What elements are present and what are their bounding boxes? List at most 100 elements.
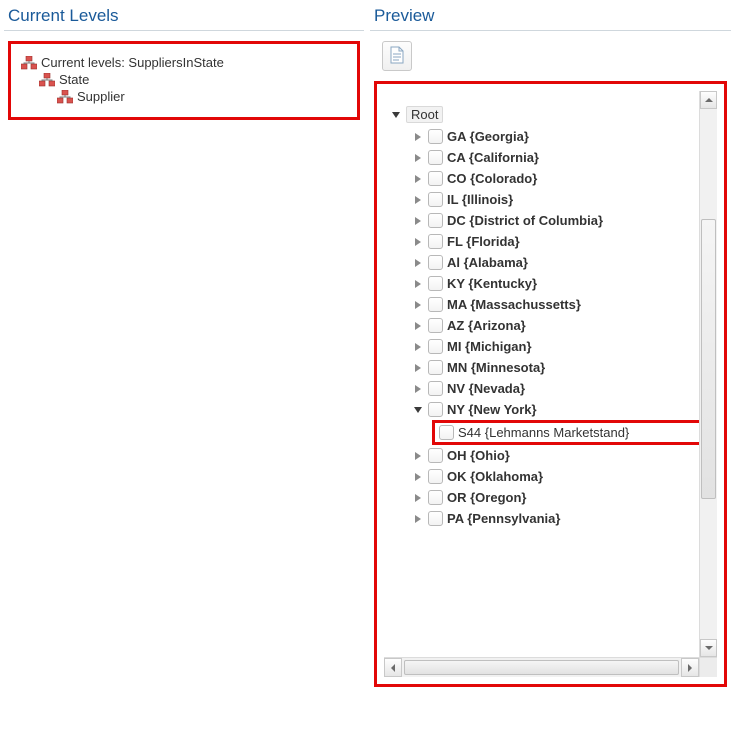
tree-node-label: OR {Oregon} — [447, 490, 526, 505]
checkbox[interactable] — [428, 339, 443, 354]
levels-child-label: Supplier — [77, 89, 125, 104]
tree-node[interactable]: OK {Oklahoma} — [412, 466, 711, 487]
tree-node-label: MA {Massachussetts} — [447, 297, 581, 312]
levels-child[interactable]: Supplier — [21, 88, 347, 105]
expand-arrow-icon[interactable] — [412, 362, 424, 374]
checkbox[interactable] — [428, 171, 443, 186]
expand-arrow-icon[interactable] — [412, 152, 424, 164]
tree-node-label: GA {Georgia} — [447, 129, 529, 144]
current-levels-panel: Current levels: SuppliersInState State S… — [8, 41, 360, 120]
tree-node[interactable]: NV {Nevada} — [412, 378, 711, 399]
preview-header: Preview — [370, 4, 731, 31]
tree-node-label: NV {Nevada} — [447, 381, 525, 396]
tree-node-label: IL {Illinois} — [447, 192, 513, 207]
vertical-scrollbar[interactable] — [699, 91, 717, 657]
checkbox[interactable] — [428, 402, 443, 417]
horizontal-scrollbar[interactable] — [384, 657, 717, 677]
tree-node-label: MI {Michigan} — [447, 339, 532, 354]
tree-node-label: CO {Colorado} — [447, 171, 537, 186]
expand-arrow-icon[interactable] — [412, 492, 424, 504]
tree-node-label: S44 {Lehmanns Marketstand} — [458, 425, 629, 440]
expand-arrow-icon[interactable] — [412, 471, 424, 483]
expand-arrow-icon[interactable] — [412, 320, 424, 332]
tree-scroll-area[interactable]: Root GA {Georgia} CA {California} CO {Color… — [383, 90, 718, 678]
tree-node-label: PA {Pennsylvania} — [447, 511, 560, 526]
tree-child-node[interactable]: S44 {Lehmanns Marketstand} — [432, 420, 711, 445]
tree-node[interactable]: GA {Georgia} — [412, 126, 711, 147]
tree-node-label: OH {Ohio} — [447, 448, 510, 463]
expand-arrow-icon[interactable] — [412, 513, 424, 525]
checkbox[interactable] — [428, 469, 443, 484]
checkbox[interactable] — [428, 150, 443, 165]
expand-arrow-icon[interactable] — [412, 131, 424, 143]
tree-node-label: FL {Florida} — [447, 234, 520, 249]
checkbox[interactable] — [428, 192, 443, 207]
tree-node-label: CA {California} — [447, 150, 539, 165]
checkbox[interactable] — [428, 213, 443, 228]
checkbox[interactable] — [428, 511, 443, 526]
tree-node[interactable]: MI {Michigan} — [412, 336, 711, 357]
tree-node[interactable]: MA {Massachussetts} — [412, 294, 711, 315]
expand-arrow-icon[interactable] — [412, 215, 424, 227]
hierarchy-icon — [39, 73, 55, 87]
scroll-track[interactable] — [700, 109, 717, 639]
levels-child-label: State — [59, 72, 89, 87]
current-levels-header: Current Levels — [4, 4, 364, 31]
checkbox[interactable] — [428, 448, 443, 463]
tree-node-label: Root — [406, 106, 443, 123]
checkbox[interactable] — [428, 297, 443, 312]
tree-node-label: OK {Oklahoma} — [447, 469, 543, 484]
document-icon — [389, 46, 405, 67]
expand-arrow-icon[interactable] — [412, 257, 424, 269]
scroll-down-button[interactable] — [700, 639, 717, 657]
expand-arrow-icon[interactable] — [412, 341, 424, 353]
scroll-right-button[interactable] — [681, 658, 699, 677]
scroll-corner — [699, 658, 717, 677]
checkbox[interactable] — [428, 234, 443, 249]
tree-node[interactable]: AZ {Arizona} — [412, 315, 711, 336]
tree-node[interactable]: CA {California} — [412, 147, 711, 168]
tree-node-label: Al {Alabama} — [447, 255, 528, 270]
checkbox[interactable] — [439, 425, 454, 440]
expand-arrow-icon[interactable] — [412, 299, 424, 311]
tree-node[interactable]: CO {Colorado} — [412, 168, 711, 189]
tree-node[interactable]: PA {Pennsylvania} — [412, 508, 711, 529]
tree-node[interactable]: DC {District of Columbia} — [412, 210, 711, 231]
preview-panel: Root GA {Georgia} CA {California} CO {Color… — [374, 81, 727, 687]
tree-node-label: KY {Kentucky} — [447, 276, 537, 291]
expand-arrow-icon[interactable] — [412, 236, 424, 248]
hierarchy-icon — [21, 56, 37, 70]
tree-root[interactable]: Root — [390, 103, 711, 126]
tree-node[interactable]: OH {Ohio} — [412, 445, 711, 466]
expand-arrow-icon[interactable] — [412, 173, 424, 185]
checkbox[interactable] — [428, 490, 443, 505]
tree-node[interactable]: FL {Florida} — [412, 231, 711, 252]
collapse-arrow-icon[interactable] — [390, 109, 402, 121]
expand-arrow-icon[interactable] — [412, 450, 424, 462]
levels-child[interactable]: State — [21, 71, 347, 88]
tree-node[interactable]: OR {Oregon} — [412, 487, 711, 508]
document-button[interactable] — [382, 41, 412, 71]
tree-node-label: DC {District of Columbia} — [447, 213, 603, 228]
scroll-up-button[interactable] — [700, 91, 717, 109]
tree-node[interactable]: IL {Illinois} — [412, 189, 711, 210]
expand-arrow-icon[interactable] — [412, 383, 424, 395]
scroll-track[interactable] — [402, 658, 681, 677]
scroll-thumb[interactable] — [404, 660, 679, 675]
checkbox[interactable] — [428, 129, 443, 144]
checkbox[interactable] — [428, 255, 443, 270]
expand-arrow-icon[interactable] — [412, 194, 424, 206]
collapse-arrow-icon[interactable] — [412, 404, 424, 416]
checkbox[interactable] — [428, 318, 443, 333]
tree-node[interactable]: KY {Kentucky} — [412, 273, 711, 294]
checkbox[interactable] — [428, 360, 443, 375]
scroll-thumb[interactable] — [701, 219, 716, 499]
expand-arrow-icon[interactable] — [412, 278, 424, 290]
tree-node[interactable]: NY {New York} — [412, 399, 711, 420]
checkbox[interactable] — [428, 276, 443, 291]
tree-node[interactable]: Al {Alabama} — [412, 252, 711, 273]
scroll-left-button[interactable] — [384, 658, 402, 677]
tree-node[interactable]: MN {Minnesota} — [412, 357, 711, 378]
checkbox[interactable] — [428, 381, 443, 396]
levels-root[interactable]: Current levels: SuppliersInState — [21, 54, 347, 71]
